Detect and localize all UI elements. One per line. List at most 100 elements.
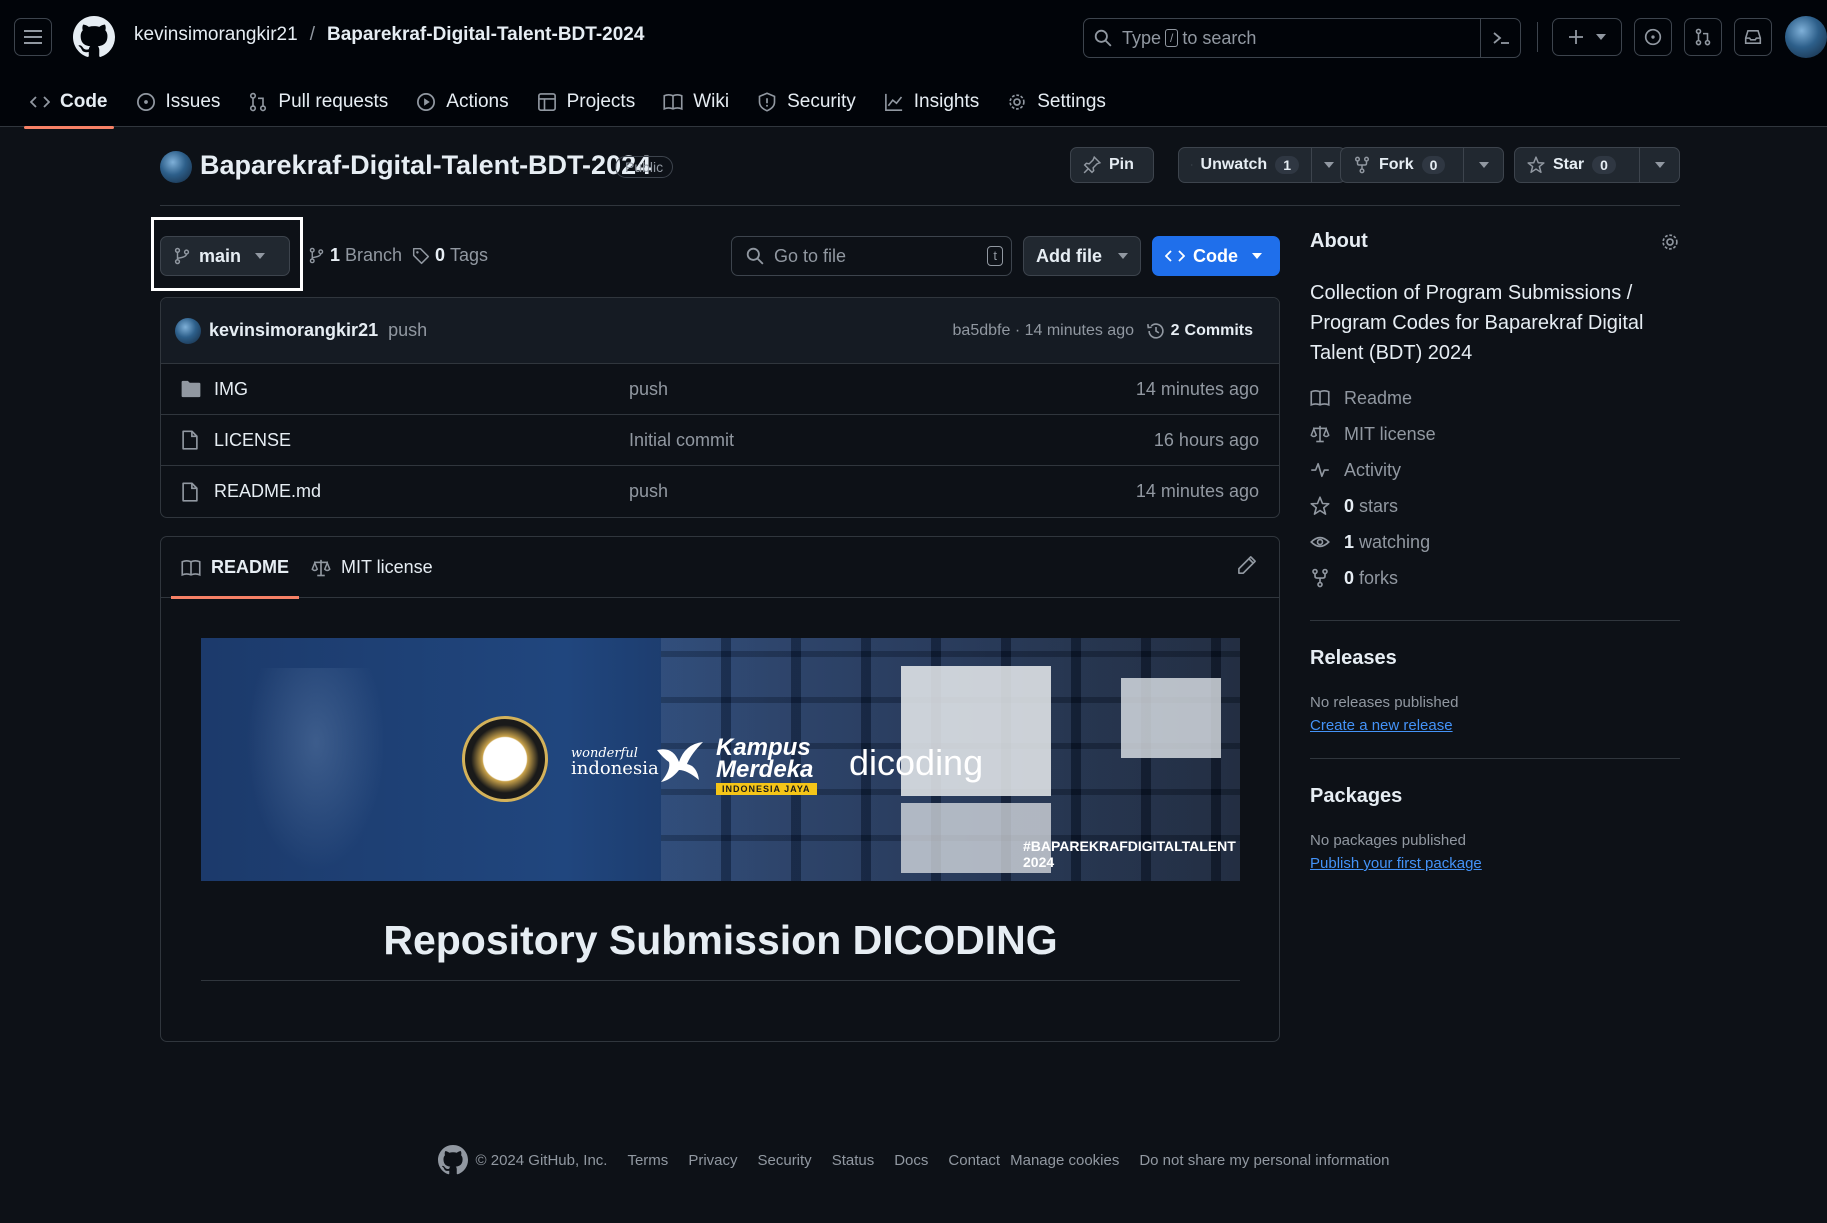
releases-heading[interactable]: Releases (1310, 647, 1680, 670)
star-button[interactable]: Star 0 (1514, 147, 1640, 183)
breadcrumb-repo[interactable]: Baparekraf-Digital-Talent-BDT-2024 (327, 24, 644, 46)
file-name[interactable]: README.md (214, 481, 321, 502)
about-activity-link[interactable]: Activity (1310, 452, 1680, 488)
tab-wiki[interactable]: Wiki (649, 80, 743, 124)
file-name[interactable]: LICENSE (214, 430, 291, 451)
chevron-down-icon (1478, 162, 1489, 168)
pin-label: Pin (1109, 156, 1134, 173)
tab-actions[interactable]: Actions (402, 80, 522, 124)
file-list: kevinsimorangkir21 push ba5dbfe · 14 min… (160, 297, 1280, 518)
fork-icon (1312, 568, 1328, 588)
add-file-button[interactable]: Add file (1023, 236, 1141, 276)
fork-dropdown[interactable] (1464, 147, 1504, 183)
tab-label: Security (787, 91, 856, 112)
chevron-down-icon (1596, 34, 1606, 40)
inbox-button[interactable] (1734, 18, 1772, 56)
footer-link-security[interactable]: Security (758, 1152, 812, 1169)
tab-license[interactable]: MIT license (311, 537, 433, 598)
packages-heading[interactable]: Packages (1310, 785, 1680, 808)
file-row-license[interactable]: LICENSE Initial commit 16 hours ago (161, 415, 1279, 466)
commit-author-avatar[interactable] (175, 317, 201, 344)
command-palette-icon[interactable] (1480, 19, 1520, 57)
create-new-button[interactable] (1552, 18, 1622, 56)
about-readme-link[interactable]: Readme (1310, 380, 1680, 416)
repo-title-bar: Baparekraf-Digital-Talent-BDT-2024 Publi… (160, 146, 1680, 206)
footer-link-do-not-share[interactable]: Do not share my personal information (1139, 1152, 1389, 1169)
fork-icon (1354, 156, 1370, 174)
readme-panel: README MIT license wonderful indonesia K… (160, 536, 1280, 1042)
about-license-link[interactable]: MIT license (1310, 416, 1680, 452)
tab-label: Code (60, 91, 108, 112)
commits-link[interactable]: 2 Commits (1146, 321, 1253, 341)
unwatch-button[interactable]: Unwatch 1 (1178, 147, 1312, 183)
stars-label: stars (1359, 495, 1399, 516)
global-search[interactable]: Type / to search (1083, 18, 1521, 58)
tab-insights[interactable]: Insights (870, 80, 993, 124)
file-commit-message[interactable]: push (629, 379, 668, 400)
banner-hashtag: #BAPAREKRAFDIGITALTALENT 2024 (1023, 838, 1236, 870)
tab-settings[interactable]: Settings (993, 80, 1120, 124)
code-button[interactable]: Code (1152, 236, 1280, 276)
forks-label: forks (1359, 567, 1399, 588)
fork-button[interactable]: Fork 0 (1340, 147, 1464, 183)
footer-link-status[interactable]: Status (832, 1152, 875, 1169)
footer-link-privacy[interactable]: Privacy (688, 1152, 737, 1169)
go-to-file-input[interactable]: Go to file t (731, 236, 1012, 276)
pull-requests-button[interactable] (1684, 18, 1722, 56)
github-logo-icon[interactable] (73, 16, 115, 58)
tab-security[interactable]: Security (743, 80, 870, 124)
file-row-readme[interactable]: README.md push 14 minutes ago (161, 466, 1279, 517)
footer-link-contact[interactable]: Contact (948, 1152, 1000, 1169)
branch-selector[interactable]: main (160, 236, 290, 276)
watching-count: 1 (1344, 531, 1355, 552)
file-commit-message[interactable]: Initial commit (629, 430, 734, 451)
go-to-file-shortcut: t (987, 246, 1003, 266)
footer-link-terms[interactable]: Terms (627, 1152, 668, 1169)
about-stars-link[interactable]: 0 stars (1310, 488, 1680, 524)
pin-icon (1083, 156, 1101, 174)
global-header: kevinsimorangkir21 / Baparekraf-Digital-… (0, 0, 1827, 129)
file-commit-message[interactable]: push (629, 481, 668, 502)
branches-link[interactable]: 1 Branch (308, 245, 402, 266)
gear-icon[interactable] (1660, 232, 1680, 252)
footer-link-manage-cookies[interactable]: Manage cookies (1010, 1152, 1119, 1169)
about-description: Collection of Program Submissions / Prog… (1310, 282, 1644, 364)
publish-package-link[interactable]: Publish your first package (1310, 855, 1680, 872)
tab-pull-requests[interactable]: Pull requests (234, 80, 402, 124)
about-activity-label: Activity (1344, 459, 1402, 480)
banner-indonesia: indonesia (571, 758, 659, 779)
tags-link[interactable]: 0 Tags (412, 245, 488, 266)
github-logo-icon[interactable] (437, 1145, 468, 1175)
tab-issues[interactable]: Issues (122, 80, 235, 124)
breadcrumb-owner[interactable]: kevinsimorangkir21 (134, 24, 298, 46)
star-dropdown[interactable] (1640, 147, 1680, 183)
commits-label: Commits (1184, 321, 1253, 339)
file-name[interactable]: IMG (214, 379, 248, 400)
banner-slide-panel (1121, 678, 1221, 758)
search-shortcut-key: / (1165, 29, 1179, 47)
commit-message[interactable]: push (388, 320, 427, 341)
tab-projects[interactable]: Projects (523, 80, 650, 124)
menu-button[interactable] (14, 18, 52, 56)
issue-icon (136, 93, 155, 111)
footer-link-docs[interactable]: Docs (894, 1152, 928, 1169)
about-watching-link[interactable]: 1 watching (1310, 524, 1680, 560)
file-time: 14 minutes ago (1135, 378, 1259, 399)
pin-button[interactable]: Pin (1070, 147, 1154, 183)
code-icon (30, 96, 50, 108)
tab-code[interactable]: Code (16, 80, 122, 129)
tab-readme[interactable]: README (170, 537, 300, 599)
avatar[interactable] (1785, 16, 1827, 58)
commit-author[interactable]: kevinsimorangkir21 (209, 320, 378, 341)
issues-button[interactable] (1634, 18, 1672, 56)
about-forks-link[interactable]: 0 forks (1310, 560, 1680, 596)
plus-icon (1569, 30, 1583, 44)
commit-hash-time[interactable]: ba5dbfe · 14 minutes ago (953, 322, 1134, 340)
law-icon (1310, 425, 1330, 443)
file-row-img[interactable]: IMG push 14 minutes ago (161, 364, 1279, 415)
star-count: 0 (1592, 156, 1616, 174)
edit-readme-button[interactable] (1237, 555, 1257, 575)
create-release-link[interactable]: Create a new release (1310, 717, 1680, 734)
repo-owner-avatar[interactable] (160, 151, 192, 183)
repo-title[interactable]: Baparekraf-Digital-Talent-BDT-2024 (200, 150, 651, 181)
